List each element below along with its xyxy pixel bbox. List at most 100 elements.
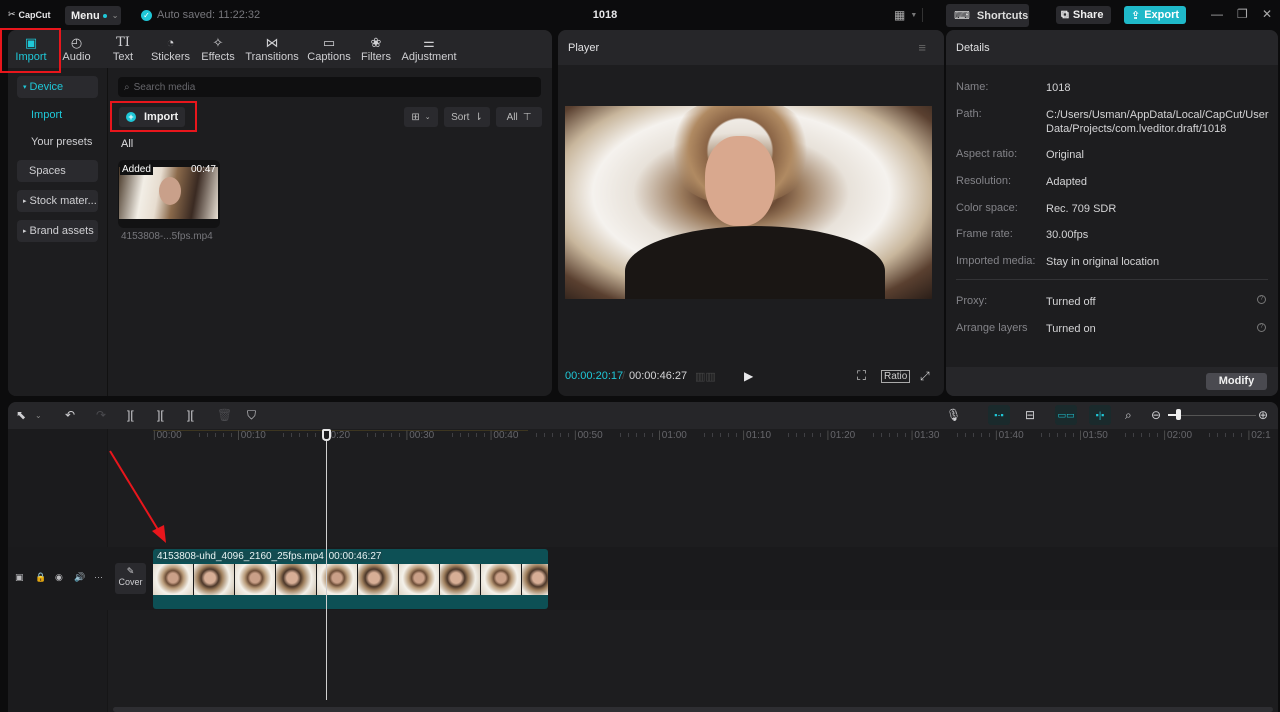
- zoom-fit-icon[interactable]: ⛶: [857, 368, 866, 384]
- play-icon[interactable]: ▶: [744, 369, 753, 383]
- ruler-minor-tick: [1057, 433, 1058, 437]
- tab-captions[interactable]: ▭ Captions: [303, 30, 355, 68]
- auto-snap-icon[interactable]: ⊟: [1025, 408, 1035, 422]
- ruler-minor-tick: [720, 433, 722, 437]
- tab-filters[interactable]: ❀ Filters: [355, 30, 397, 68]
- sidebar-item-stock[interactable]: ▸ Stock mater...: [17, 190, 98, 212]
- track-toggle-icon[interactable]: ▣: [15, 572, 24, 583]
- zoom-slider-track[interactable]: [1176, 415, 1256, 416]
- restore-icon[interactable]: ❐: [1237, 7, 1248, 21]
- layout-icon: ▦: [894, 8, 906, 22]
- export-button[interactable]: ⇪ Export: [1124, 6, 1186, 24]
- audio-icon: ◴: [70, 35, 83, 50]
- layout-button[interactable]: ▦ ▼: [894, 8, 924, 22]
- horizontal-scrollbar[interactable]: [113, 707, 1273, 712]
- timeline-bars-icon[interactable]: ▥▥: [695, 370, 716, 383]
- timeline-zoom-fit-icon[interactable]: ⌕: [1125, 408, 1132, 423]
- ruler-minor-tick: [231, 433, 232, 437]
- minimize-icon[interactable]: —: [1211, 7, 1223, 21]
- eye-icon[interactable]: ◉: [55, 572, 63, 583]
- chevron-down-icon: ▼: [910, 11, 918, 19]
- delete-icon[interactable]: 🗑: [217, 408, 232, 422]
- player-controls: 00:00:20:17 / 00:00:46:27 ▥▥ ▶ ⛶ Ratio ⤢: [558, 364, 944, 388]
- redo-icon[interactable]: ↷: [96, 408, 106, 422]
- video-shirt: [625, 226, 885, 299]
- filter-button[interactable]: All ⊤: [496, 107, 542, 127]
- undo-icon[interactable]: ↶: [65, 408, 75, 422]
- sidebar-item-device[interactable]: ▾ Device: [17, 76, 98, 98]
- help-icon[interactable]: ?: [1257, 323, 1266, 332]
- sidebar-item-presets[interactable]: Your presets: [31, 136, 92, 148]
- cover-button[interactable]: ✎ Cover: [115, 563, 146, 594]
- ruler-minor-tick: [543, 433, 545, 437]
- microphone-icon[interactable]: 🎙: [946, 408, 961, 422]
- preview-axis-icon[interactable]: ▪|▪: [1089, 405, 1111, 425]
- video-face: [705, 136, 775, 226]
- ruler-minor-tick: [467, 433, 469, 437]
- select-cursor-icon[interactable]: ⬉: [16, 408, 26, 422]
- import-button-highlight: [110, 101, 197, 132]
- transitions-icon: ⋈: [265, 35, 279, 50]
- speaker-icon[interactable]: 🔊: [74, 572, 85, 583]
- ruler-minor-tick: [904, 433, 906, 437]
- linkage-icon[interactable]: ▭▭: [1055, 405, 1077, 425]
- split-left-icon[interactable]: ][: [157, 408, 164, 422]
- upload-icon: ⇪: [1131, 9, 1141, 22]
- zoom-slider-handle[interactable]: [1176, 409, 1181, 420]
- more-icon[interactable]: ···: [94, 572, 103, 582]
- timecode-separator: /: [622, 370, 626, 382]
- tab-stickers[interactable]: ◔ Stickers: [146, 30, 195, 68]
- zoom-in-icon[interactable]: ⊕: [1258, 408, 1268, 422]
- video-preview[interactable]: [565, 106, 932, 299]
- lock-icon[interactable]: 🔒: [35, 572, 46, 583]
- video-clip[interactable]: 4153808-uhd_4096_2160_25fps.mp4 00:00:46…: [153, 549, 548, 609]
- zoom-out-icon[interactable]: ⊖: [1151, 408, 1161, 422]
- timeline-panel: ⬉ ⌄ ↶ ↷ ][ ][ ][ 🗑 ⛉ 🎙 ▪‑▪ ⊟ ▭▭ ▪|▪ ⌕ ⊖ …: [8, 402, 1278, 712]
- ruler-minor-tick: [820, 433, 822, 437]
- fullscreen-icon[interactable]: ⤢: [920, 369, 930, 384]
- ruler-minor-tick: [315, 433, 317, 437]
- main-track-magnet-icon[interactable]: ▪‑▪: [988, 405, 1010, 425]
- sidebar-item-import[interactable]: Import: [31, 109, 62, 121]
- chevron-down-icon: ⌄: [424, 114, 431, 121]
- arrow-shaft: [109, 450, 161, 534]
- ruler-tick-label: 01:40: [995, 430, 1024, 441]
- close-icon[interactable]: ✕: [1262, 7, 1272, 21]
- ruler-minor-tick: [804, 433, 806, 437]
- caret-right-icon: ▸: [23, 228, 27, 235]
- ratio-button[interactable]: Ratio: [881, 369, 911, 383]
- view-mode-button[interactable]: ⊞ ⌄: [404, 107, 438, 127]
- chevron-down-icon[interactable]: ⌄: [35, 411, 42, 420]
- clip-frames: [153, 564, 548, 595]
- ruler-minor-tick: [1209, 433, 1211, 437]
- menu-button[interactable]: Menu ⌄: [65, 6, 121, 25]
- modify-button[interactable]: Modify: [1206, 373, 1267, 390]
- sidebar-item-spaces[interactable]: Spaces: [17, 160, 98, 182]
- sidebar-item-brand[interactable]: ▸ Brand assets: [17, 220, 98, 242]
- playhead-handle[interactable]: [322, 429, 331, 441]
- import-tab-highlight: [0, 28, 61, 73]
- ruler-minor-tick: [223, 433, 224, 437]
- tab-adjustment[interactable]: ⚌ Adjustment: [397, 30, 461, 68]
- capcut-logo-icon: ✂: [8, 9, 16, 19]
- tab-text[interactable]: TI Text: [100, 30, 146, 68]
- shortcuts-button[interactable]: ⌨ Shortcuts: [946, 4, 1029, 27]
- hamburger-menu-icon[interactable]: ≡: [918, 40, 926, 55]
- media-filename: 4153808-...5fps.mp4: [121, 231, 213, 242]
- ruler-minor-tick: [628, 433, 629, 437]
- ruler-tick-label: 00:50: [574, 430, 603, 441]
- split-right-icon[interactable]: ][: [187, 408, 194, 422]
- ruler-minor-tick: [567, 433, 569, 437]
- tab-transitions[interactable]: ⋈ Transitions: [241, 30, 303, 68]
- playhead-line[interactable]: [326, 432, 327, 700]
- shield-icon[interactable]: ⛉: [247, 408, 256, 423]
- sort-button[interactable]: Sort ⇂: [444, 107, 490, 127]
- media-item[interactable]: Added 00:47: [118, 160, 220, 228]
- tab-effects[interactable]: ✧ Effects: [195, 30, 241, 68]
- help-icon[interactable]: ?: [1257, 295, 1266, 304]
- share-button[interactable]: ⧉ Share: [1056, 6, 1111, 24]
- search-input[interactable]: ⌕ Search media: [118, 77, 541, 97]
- ruler-minor-tick: [1065, 433, 1066, 437]
- ruler-tick-label: 00:00: [153, 430, 182, 441]
- split-icon[interactable]: ][: [127, 408, 134, 422]
